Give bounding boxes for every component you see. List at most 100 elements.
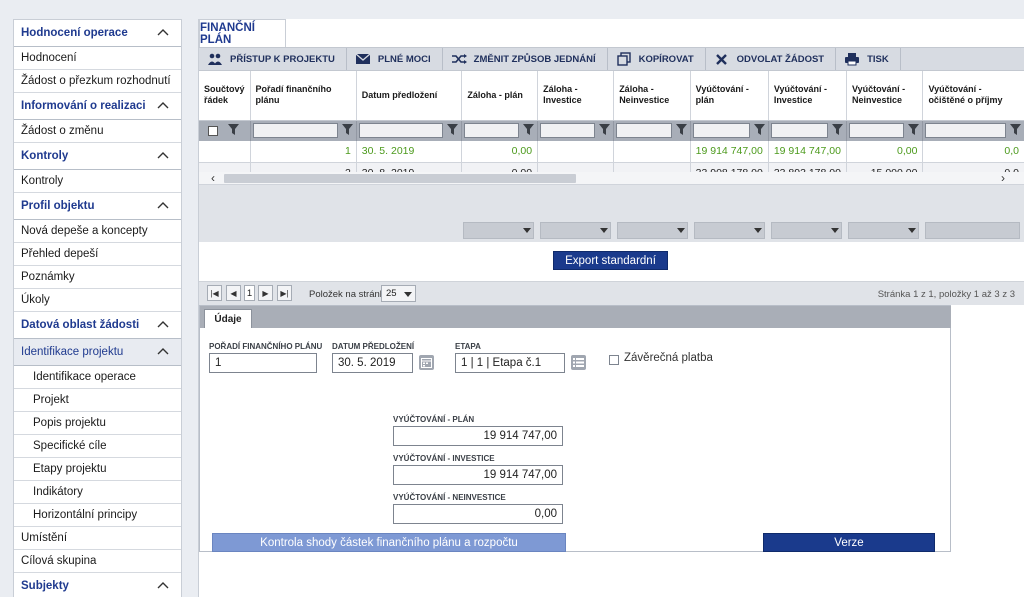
filter-icon[interactable] [672, 123, 688, 139]
summary-select[interactable] [771, 222, 842, 239]
scroll-left-icon[interactable]: ‹ [207, 172, 219, 185]
summary-select[interactable] [617, 222, 688, 239]
column-header[interactable]: Vyúčtování - očištěné o příjmy [922, 71, 1024, 121]
sidebar-item[interactable]: Žádost o změnu [14, 120, 181, 143]
chevron-up-icon[interactable] [157, 320, 169, 330]
list-icon[interactable] [571, 355, 586, 370]
vyuct-neinv-field[interactable]: 0,00 [393, 504, 563, 524]
sidebar-item[interactable]: Horizontální principy [14, 504, 181, 527]
etapa-field[interactable]: 1 | 1 | Etapa č.1 [455, 353, 565, 373]
filter-input[interactable] [540, 123, 596, 139]
column-header[interactable]: Vyúčtování - Neinvestice [846, 71, 924, 121]
sidebar-item[interactable]: Etapy projektu [14, 458, 181, 481]
sidebar-item[interactable]: Identifikace projektu [14, 339, 181, 366]
sidebar-item[interactable]: Projekt [14, 389, 181, 412]
select-all-checkbox[interactable] [208, 125, 219, 136]
sidebar-item[interactable]: Subjekty [14, 573, 181, 597]
sidebar-item[interactable]: Poznámky [14, 266, 181, 289]
sidebar-item[interactable]: Indikátory [14, 481, 181, 504]
filter-input[interactable] [358, 123, 444, 139]
filter-input[interactable] [848, 123, 905, 139]
filter-icon[interactable] [443, 123, 459, 139]
sidebar-item[interactable]: Datová oblast žádosti [14, 312, 181, 339]
filter-input[interactable] [925, 123, 1006, 139]
first-page-icon[interactable]: |◀ [207, 285, 222, 301]
chevron-up-icon[interactable] [157, 151, 169, 161]
sidebar-item[interactable]: Cílová skupina [14, 550, 181, 573]
column-header[interactable]: Datum předložení [356, 71, 463, 121]
per-page-select[interactable]: 25 [381, 285, 416, 302]
filter-input[interactable] [616, 123, 672, 139]
column-header[interactable]: Součtový řádek [199, 71, 251, 121]
kontrola-shody-button[interactable]: Kontrola shody částek finančního plánu a… [212, 533, 566, 552]
sidebar-item[interactable]: Kontroly [14, 170, 181, 193]
calendar-icon[interactable] [419, 355, 434, 370]
summary-select[interactable] [848, 222, 919, 239]
scroll-right-icon[interactable]: › [997, 172, 1009, 185]
column-header[interactable]: Vyúčtování - plán [690, 71, 769, 121]
filter-icon[interactable] [519, 123, 535, 139]
sidebar-item[interactable]: Popis projektu [14, 412, 181, 435]
sidebar-item[interactable]: Umístění [14, 527, 181, 550]
datum-field[interactable]: 30. 5. 2019 [332, 353, 413, 373]
vyuct-inv-field[interactable]: 19 914 747,00 [393, 465, 563, 485]
zaverecna-checkbox[interactable] [609, 355, 619, 365]
filter-icon[interactable] [904, 123, 920, 139]
tab-financni-plan[interactable]: FINANČNÍ PLÁN [199, 19, 286, 47]
sidebar-item[interactable]: Hodnocení operace [14, 20, 181, 47]
sidebar-item[interactable]: Profil objektu [14, 193, 181, 220]
summary-select[interactable] [540, 222, 611, 239]
summary-select[interactable] [463, 222, 534, 239]
filter-icon[interactable] [224, 123, 240, 139]
sidebar-item[interactable]: Informování o realizaci [14, 93, 181, 120]
verze-button[interactable]: Verze [763, 533, 935, 552]
sidebar-item[interactable]: Kontroly [14, 143, 181, 170]
sidebar-item[interactable]: Specifické cíle [14, 435, 181, 458]
vyuct-plan-field[interactable]: 19 914 747,00 [393, 426, 563, 446]
last-page-icon[interactable]: ▶| [277, 285, 292, 301]
sidebar-item[interactable]: Úkoly [14, 289, 181, 312]
filter-input[interactable] [770, 123, 828, 139]
filter-icon[interactable] [828, 123, 844, 139]
scrollbar-thumb[interactable] [224, 174, 576, 183]
column-header[interactable]: Záloha - Investice [537, 71, 615, 121]
current-page[interactable]: 1 [244, 285, 255, 301]
toolbar-button[interactable]: ODVOLAT ŽÁDOST [706, 48, 837, 70]
chevron-up-icon[interactable] [157, 581, 169, 591]
poradi-field[interactable]: 1 [209, 353, 317, 373]
chevron-up-icon[interactable] [157, 347, 169, 357]
summary-select[interactable] [694, 222, 765, 239]
table-row[interactable]: 1 30. 5. 2019 0,00 19 914 747,00 19 914 747,… [199, 141, 1024, 163]
summary-select[interactable] [925, 222, 1020, 239]
toolbar-button[interactable]: ZMĚNIT ZPŮSOB JEDNÁNÍ [443, 48, 608, 70]
column-header[interactable]: Záloha - plán [461, 71, 539, 121]
filter-icon[interactable] [338, 123, 354, 139]
tab-udaje[interactable]: Údaje [204, 309, 252, 328]
sidebar-item[interactable]: Žádost o přezkum rozhodnutí [14, 70, 181, 93]
toolbar-button[interactable]: PLNÉ MOCI [347, 48, 443, 70]
filter-input[interactable] [252, 123, 338, 139]
sidebar-item[interactable]: Nová depeše a koncepty [14, 220, 181, 243]
toolbar-button[interactable]: TISK [836, 48, 901, 70]
chevron-up-icon[interactable] [157, 28, 169, 38]
filter-input[interactable] [692, 123, 750, 139]
filter-input[interactable] [464, 123, 520, 139]
next-page-icon[interactable]: ▶ [258, 285, 273, 301]
chevron-up-icon[interactable] [157, 101, 169, 111]
chevron-down-icon [677, 228, 685, 233]
filter-icon[interactable] [750, 123, 766, 139]
horizontal-scrollbar[interactable]: ‹ › [199, 172, 1024, 185]
column-header[interactable]: Vyúčtování - Investice [768, 71, 847, 121]
sidebar-item[interactable]: Přehled depeší [14, 243, 181, 266]
filter-icon[interactable] [1006, 123, 1022, 139]
column-header[interactable]: Pořadí finančního plánu [250, 71, 357, 121]
sidebar-item[interactable]: Hodnocení [14, 47, 181, 70]
sidebar-item[interactable]: Identifikace operace [14, 366, 181, 389]
toolbar-button[interactable]: KOPÍROVAT [608, 48, 706, 70]
prev-page-icon[interactable]: ◀ [226, 285, 241, 301]
chevron-up-icon[interactable] [157, 201, 169, 211]
column-header[interactable]: Záloha - Neinvestice [613, 71, 691, 121]
export-standard-button[interactable]: Export standardní [553, 251, 668, 270]
filter-icon[interactable] [595, 123, 611, 139]
toolbar-button[interactable]: PŘÍSTUP K PROJEKTU [199, 48, 347, 70]
